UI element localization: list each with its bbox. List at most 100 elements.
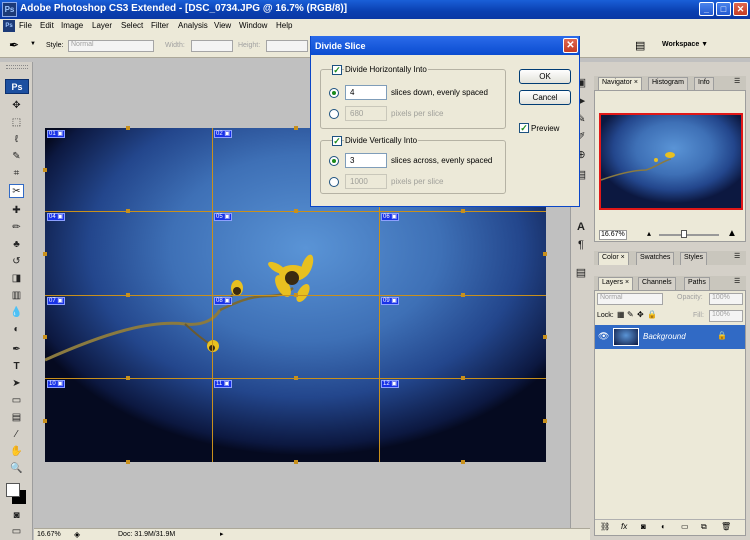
crop-tool-icon[interactable]: ⌗ xyxy=(9,167,24,181)
layer-name[interactable]: Background xyxy=(643,332,686,341)
menu-window[interactable]: Window xyxy=(239,21,267,30)
panel-menu-icon[interactable]: ☰ xyxy=(734,77,740,85)
slice-handle[interactable] xyxy=(543,335,547,339)
panel-menu-icon[interactable]: ☰ xyxy=(734,277,740,285)
panel-menu-icon[interactable]: ☰ xyxy=(734,252,740,260)
slices-across-radio[interactable] xyxy=(329,156,339,166)
tab-styles[interactable]: Styles xyxy=(680,252,708,265)
link-layers-icon[interactable]: ⛓ xyxy=(600,522,610,531)
tab-color[interactable]: Color × xyxy=(598,252,629,265)
slice-handle[interactable] xyxy=(43,419,47,423)
slice-handle[interactable] xyxy=(43,252,47,256)
hand-tool-icon[interactable]: ✋ xyxy=(9,445,24,459)
menu-layer[interactable]: Layer xyxy=(92,21,112,30)
cancel-button[interactable]: Cancel xyxy=(519,90,571,105)
pixels-per-slice-h-field[interactable]: 680 xyxy=(345,106,387,121)
slice-label-02[interactable]: 02 ▣ xyxy=(214,130,233,138)
slice-handle[interactable] xyxy=(543,419,547,423)
slice-handle[interactable] xyxy=(543,252,547,256)
slice-handle[interactable] xyxy=(43,168,47,172)
slice-label-08[interactable]: 08 ▣ xyxy=(214,297,233,305)
pen-tool-icon[interactable]: ✒ xyxy=(9,343,24,357)
slice-handle[interactable] xyxy=(294,460,298,464)
brush-tool-icon[interactable]: ✏ xyxy=(9,221,24,235)
slice-label-11[interactable]: 11 ▣ xyxy=(214,380,232,388)
foreground-color-swatch[interactable] xyxy=(6,483,20,497)
paragraph-panel-icon[interactable]: ¶ xyxy=(574,238,588,252)
layer-style-icon[interactable]: fx xyxy=(621,522,627,531)
pixels-per-slice-h-radio[interactable] xyxy=(329,109,339,119)
clone-stamp-tool-icon[interactable]: ♣ xyxy=(9,238,24,252)
delete-layer-icon[interactable]: 🗑 xyxy=(721,522,731,531)
slice-handle[interactable] xyxy=(294,293,298,297)
blend-mode-select[interactable]: Normal xyxy=(597,293,663,305)
slice-handle[interactable] xyxy=(294,376,298,380)
opacity-field[interactable]: 100% xyxy=(709,293,743,305)
zoom-level[interactable]: 16.67% xyxy=(37,531,61,538)
height-field[interactable] xyxy=(266,40,308,52)
style-select[interactable]: Normal xyxy=(68,40,154,52)
zoom-slider[interactable] xyxy=(659,234,719,236)
lock-transparency-icon[interactable]: ▦ xyxy=(617,310,625,319)
slice-label-12[interactable]: 12 ▣ xyxy=(381,380,400,388)
path-selection-tool-icon[interactable]: ➤ xyxy=(9,377,24,391)
slice-handle[interactable] xyxy=(126,126,130,130)
slice-handle[interactable] xyxy=(461,293,465,297)
rectangle-tool-icon[interactable]: ▭ xyxy=(9,394,24,408)
quick-mask-icon[interactable]: ◙ xyxy=(9,509,24,523)
zoom-slider-thumb[interactable] xyxy=(681,230,687,238)
slice-handle[interactable] xyxy=(43,335,47,339)
lasso-tool-icon[interactable]: ℓ xyxy=(9,133,24,147)
slice-handle[interactable] xyxy=(126,376,130,380)
slice-handle[interactable] xyxy=(461,209,465,213)
history-brush-tool-icon[interactable]: ↺ xyxy=(9,255,24,269)
fill-field[interactable]: 100% xyxy=(709,310,743,322)
preview-checkbox[interactable]: ✓ xyxy=(519,123,529,133)
tab-info[interactable]: Info xyxy=(694,77,714,90)
marquee-tool-icon[interactable]: ⬚ xyxy=(9,116,24,130)
pixels-per-slice-v-radio[interactable] xyxy=(329,177,339,187)
layer-row-background[interactable]: 👁 Background 🔒 xyxy=(595,325,745,349)
slice-label-09[interactable]: 09 ▣ xyxy=(381,297,400,305)
misc-panel-icon[interactable]: ▤ xyxy=(574,266,588,280)
menu-edit[interactable]: Edit xyxy=(40,21,54,30)
slice-handle[interactable] xyxy=(126,293,130,297)
layer-visibility-icon[interactable]: 👁 xyxy=(598,331,609,342)
slice-handle[interactable] xyxy=(461,376,465,380)
slice-handle[interactable] xyxy=(126,209,130,213)
lock-position-icon[interactable]: ✥ xyxy=(637,310,644,319)
document-info-icon[interactable]: ◈ xyxy=(74,530,80,539)
menu-file[interactable]: File xyxy=(19,21,32,30)
slice-handle[interactable] xyxy=(461,460,465,464)
screen-mode-icon[interactable]: ▭ xyxy=(9,525,24,539)
slice-tool-icon[interactable]: ✂ xyxy=(9,184,24,198)
divide-horizontally-checkbox[interactable]: ✓ xyxy=(332,65,342,75)
slice-handle[interactable] xyxy=(294,126,298,130)
dodge-tool-icon[interactable]: ◐ xyxy=(9,323,24,337)
ok-button[interactable]: OK xyxy=(519,69,571,84)
quick-selection-tool-icon[interactable]: ✎ xyxy=(9,150,24,164)
chevron-down-icon[interactable]: ▼ xyxy=(30,41,36,47)
slices-down-radio[interactable] xyxy=(329,88,339,98)
menu-image[interactable]: Image xyxy=(61,21,83,30)
navigator-zoom-field[interactable]: 16.67% xyxy=(599,230,627,240)
lock-all-icon[interactable]: 🔒 xyxy=(647,310,657,319)
tab-layers[interactable]: Layers × xyxy=(598,277,634,290)
layer-mask-icon[interactable]: ◙ xyxy=(641,522,646,531)
zoom-in-icon[interactable]: ▲ xyxy=(727,228,737,239)
slice-label-01[interactable]: 01 ▣ xyxy=(47,130,66,138)
healing-brush-tool-icon[interactable]: ✚ xyxy=(9,204,24,218)
eyedropper-tool-preset-icon[interactable]: ✒ xyxy=(9,38,19,52)
width-field[interactable] xyxy=(191,40,233,52)
maximize-button[interactable]: □ xyxy=(716,2,731,16)
zoom-tool-icon[interactable]: 🔍 xyxy=(9,462,24,476)
character-panel-icon[interactable]: A xyxy=(574,220,588,234)
close-button[interactable]: ✕ xyxy=(733,2,748,16)
new-group-icon[interactable]: ▭ xyxy=(681,522,689,531)
workspace-menu[interactable]: Workspace ▼ xyxy=(662,41,708,48)
menu-view[interactable]: View xyxy=(214,21,231,30)
notes-tool-icon[interactable]: ▤ xyxy=(9,411,24,425)
slice-label-05[interactable]: 05 ▣ xyxy=(214,213,233,221)
dialog-close-button[interactable]: ✕ xyxy=(563,38,578,53)
move-tool-icon[interactable]: ✥ xyxy=(9,99,24,113)
